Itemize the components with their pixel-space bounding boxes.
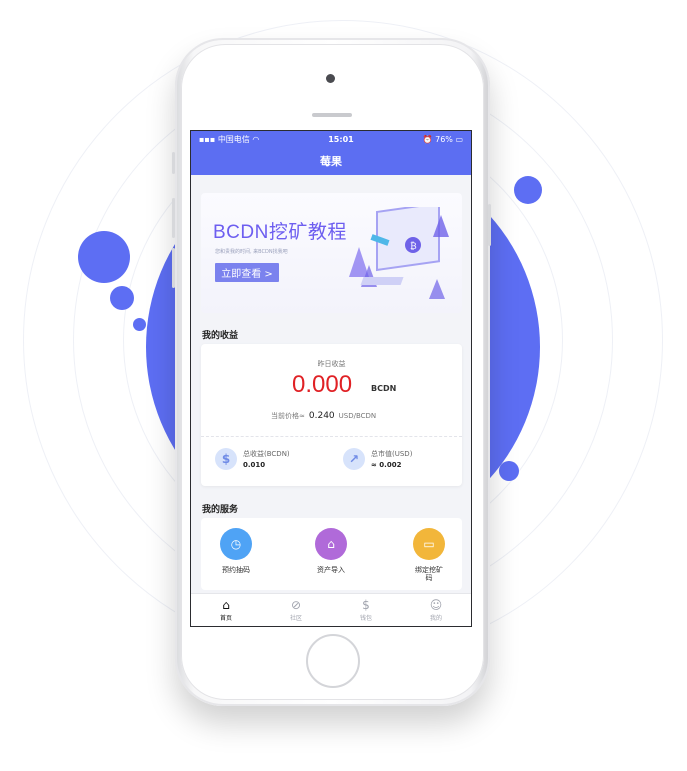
app-screen: ▪▪▪ 中国电信 ◠ 15:01 ⏰ 76% ▭ 莓果 BCDN挖矿教程 您和贵… [190, 130, 472, 627]
community-icon: ⊘ [290, 597, 302, 612]
earnings-unit: BCDN [371, 384, 397, 393]
mining-illustration: ₿ [349, 207, 449, 299]
nav-bar: 莓果 [191, 147, 471, 175]
phone-camera [326, 74, 335, 83]
view-now-button[interactable]: 立即查看 > [215, 263, 279, 282]
phone-home-button[interactable] [306, 634, 360, 688]
tab-wallet[interactable]: $ 钱包 [331, 594, 401, 626]
phone-volume-up [172, 198, 175, 238]
tab-home[interactable]: ⌂ 首页 [191, 594, 261, 626]
decor-dot [133, 318, 146, 331]
card-icon: ▭ [413, 528, 445, 560]
total-earnings-label: 总收益(BCDN) [243, 450, 290, 458]
svg-text:₿: ₿ [410, 241, 417, 252]
tab-community[interactable]: ⊘ 社区 [261, 594, 331, 626]
marketing-stage: ▪▪▪ 中国电信 ◠ 15:01 ⏰ 76% ▭ 莓果 BCDN挖矿教程 您和贵… [0, 0, 687, 771]
service-label: 绑定挖矿码 [415, 566, 443, 583]
services-card: ◷ 预约抽码 ⌂ 资产导入 ▭ 绑定挖矿码 [201, 518, 462, 590]
bottom-tab-bar: ⌂ 首页 ⊘ 社区 $ 钱包 ☺ 我的 [191, 593, 471, 626]
clock-icon: ◷ [220, 528, 252, 560]
phone-power-button [488, 204, 491, 246]
status-bar: ▪▪▪ 中国电信 ◠ 15:01 ⏰ 76% ▭ [191, 131, 471, 147]
home-icon: ⌂ [222, 597, 230, 612]
banner-title: BCDN挖矿教程 [213, 222, 347, 243]
services-section-title: 我的服务 [202, 505, 239, 515]
phone-side-button [172, 152, 175, 174]
current-price: 当前价格≈ 0.240 USD/BCDN [271, 411, 376, 421]
service-label: 资产导入 [317, 566, 345, 574]
service-bind-mining-code[interactable]: ▭ 绑定挖矿码 [394, 528, 464, 583]
earnings-divider [201, 436, 462, 437]
total-earnings-stat[interactable]: $ 总收益(BCDN) 0.010 [215, 448, 290, 470]
yesterday-earnings-label: 昨日收益 [317, 360, 346, 368]
yesterday-earnings-value: 0.000 [292, 371, 353, 398]
wifi-icon: ◠ [252, 134, 260, 144]
carrier-label: ▪▪▪ 中国电信 ◠ [199, 134, 260, 144]
tab-profile[interactable]: ☺ 我的 [401, 594, 471, 626]
page-title: 莓果 [320, 155, 342, 168]
decor-dot [78, 231, 130, 283]
tutorial-banner[interactable]: BCDN挖矿教程 您和贵我的时间, 来BCDN找我吧 立即查看 > ₿ [201, 193, 462, 313]
signal-icon: ▪▪▪ [199, 134, 216, 144]
dollar-coin-icon: $ [215, 448, 237, 470]
wallet-icon: $ [362, 597, 370, 612]
phone-speaker [312, 113, 352, 117]
service-asset-import[interactable]: ⌂ 资产导入 [296, 528, 366, 574]
price-value: 0.240 [308, 411, 335, 421]
earnings-section-title: 我的收益 [202, 331, 239, 341]
trend-chart-icon: ↗ [343, 448, 365, 470]
service-reserve-code[interactable]: ◷ 预约抽码 [201, 528, 271, 574]
banner-subtitle: 您和贵我的时间, 来BCDN找我吧 [215, 249, 288, 255]
alarm-icon: ⏰ [422, 134, 433, 144]
total-earnings-value: 0.010 [243, 461, 266, 469]
decor-dot [499, 461, 519, 481]
phone-volume-down [172, 248, 175, 288]
price-unit: USD/BCDN [338, 412, 377, 420]
market-value-value: ≈ 0.002 [371, 461, 402, 469]
profile-icon: ☺ [429, 597, 443, 612]
battery-icon: ▭ [455, 134, 463, 144]
clock-label: 15:01 [328, 134, 354, 144]
battery-indicator: ⏰ 76% ▭ [422, 134, 463, 144]
home-icon: ⌂ [315, 528, 347, 560]
price-label: 当前价格≈ [271, 412, 305, 420]
decor-dot [110, 286, 134, 310]
decor-dot [514, 176, 542, 204]
earnings-card: 昨日收益 0.000 BCDN 当前价格≈ 0.240 USD/BCDN $ 总… [201, 344, 462, 486]
market-value-label: 总市值(USD) [371, 450, 413, 458]
service-label: 预约抽码 [222, 566, 250, 574]
market-value-stat[interactable]: ↗ 总市值(USD) ≈ 0.002 [343, 448, 412, 470]
